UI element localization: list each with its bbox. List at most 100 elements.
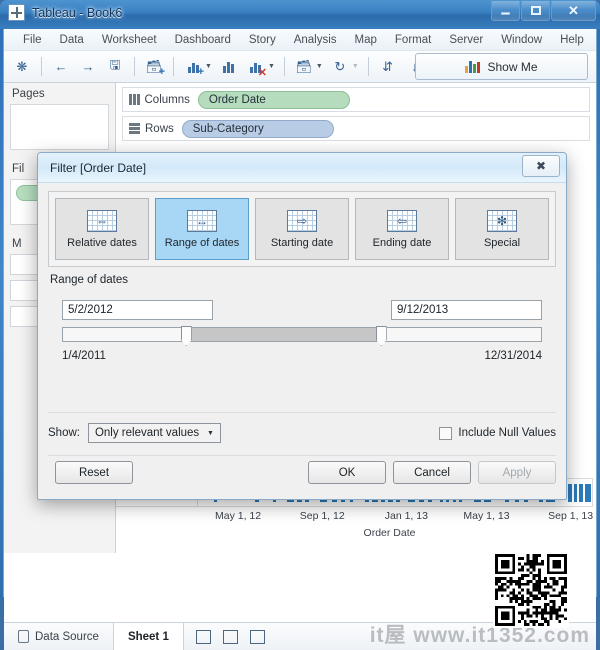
chevron-down-icon[interactable]: ▼ (352, 63, 359, 70)
menu-worksheet[interactable]: Worksheet (93, 32, 166, 48)
toolbar-separator (134, 57, 135, 76)
slider-selected-range (185, 328, 381, 341)
sheet-1-tab[interactable]: Sheet 1 (113, 623, 184, 650)
show-values-selected: Only relevant values (94, 427, 200, 439)
tab-special[interactable]: ❇ Special (455, 198, 549, 260)
tab-relative-dates[interactable]: ⇔ Relative dates (55, 198, 149, 260)
tab-starting-date[interactable]: ⇨ Starting date (255, 198, 349, 260)
close-icon: ✕ (568, 3, 579, 18)
range-min-label: 1/4/2011 (62, 350, 106, 362)
start-date-input[interactable]: 5/2/2012 (62, 300, 213, 320)
axis-tick-label: Jan 1, 13 (384, 510, 428, 522)
axis-tick-label: May 1, 13 (463, 510, 510, 522)
ok-button[interactable]: OK (308, 461, 386, 484)
toolbar-separator (367, 57, 369, 76)
refresh-icon[interactable]: ↻ (328, 55, 352, 79)
show-values-select[interactable]: Only relevant values ▼ (87, 423, 221, 443)
pages-panel-dropzone[interactable] (10, 104, 109, 150)
maximize-icon (530, 6, 541, 15)
chart-x-axis: May 1, 12 Sep 1, 12 Jan 1, 13 May 1, 13 Sep … (116, 506, 593, 526)
close-button[interactable]: ✕ (551, 1, 596, 21)
tab-ending-date[interactable]: ⇦ Ending date (355, 198, 449, 260)
minimize-icon (501, 11, 510, 15)
rows-shelf-label: Rows (145, 122, 174, 135)
chevron-down-icon[interactable]: ▼ (316, 63, 323, 70)
clear-sheet-icon[interactable]: ✕ (244, 55, 268, 79)
columns-pill-order-date[interactable]: Order Date (197, 90, 350, 109)
slider-handle-end[interactable] (375, 326, 387, 346)
plus-badge-icon: + (197, 65, 204, 78)
show-options-row: Show: Only relevant values ▼ Include Nul… (48, 412, 556, 443)
range-of-dates-icon: ↔ (187, 209, 217, 232)
toolbar-separator (173, 57, 174, 76)
maximize-button[interactable] (521, 1, 550, 21)
columns-shelf[interactable]: Columns Order Date (122, 87, 590, 112)
new-data-source-icon[interactable]: 🗃 + (142, 55, 166, 79)
columns-shelf-label-wrap: Columns (129, 94, 190, 106)
new-worksheet-icon[interactable]: + (181, 55, 205, 79)
reset-button[interactable]: Reset (55, 461, 133, 484)
back-arrow-icon[interactable]: ← (49, 55, 73, 79)
tab-starting-date-label: Starting date (270, 236, 334, 249)
rows-pill-sub-category[interactable]: Sub-Category (181, 119, 334, 138)
cancel-button[interactable]: Cancel (393, 461, 471, 484)
starting-date-icon: ⇨ (287, 209, 317, 232)
range-panel: 5/2/2012 9/12/2013 1/4/2011 12/31/2014 (48, 286, 556, 362)
chevron-down-icon[interactable]: ▼ (205, 63, 212, 70)
data-source-label: Data Source (35, 630, 99, 643)
menu-map[interactable]: Map (346, 32, 386, 48)
pages-panel-label: Pages (12, 88, 45, 100)
menu-dashboard[interactable]: Dashboard (166, 32, 240, 48)
menu-story[interactable]: Story (240, 32, 285, 48)
new-worksheet-icon[interactable] (195, 629, 211, 644)
show-me-bars-icon (465, 60, 481, 73)
ending-date-icon: ⇦ (387, 209, 417, 232)
new-story-icon[interactable] (249, 629, 265, 644)
new-dashboard-icon[interactable] (222, 629, 238, 644)
data-source-tab[interactable]: Data Source (4, 623, 114, 650)
chart-bar[interactable] (579, 484, 583, 502)
menu-file[interactable]: File (14, 32, 51, 48)
duplicate-sheet-icon[interactable] (217, 55, 241, 79)
axis-tick-label: Sep 1, 12 (299, 510, 345, 522)
dialog-primary-buttons: OK Cancel Apply (301, 461, 556, 484)
relative-dates-icon: ⇔ (87, 209, 117, 232)
menu-analysis[interactable]: Analysis (285, 32, 346, 48)
chevron-down-icon[interactable]: ▼ (268, 63, 275, 70)
minimize-button[interactable] (491, 1, 520, 21)
menu-window[interactable]: Window (492, 32, 551, 48)
dialog-close-button[interactable]: ✖ (522, 155, 560, 177)
apply-button: Apply (478, 461, 556, 484)
group-icon[interactable]: 🗃 (292, 55, 316, 79)
include-null-wrap[interactable]: Include Null Values (439, 426, 556, 440)
include-null-checkbox[interactable] (439, 426, 453, 440)
tab-range-of-dates-label: Range of dates (164, 236, 240, 249)
tableau-sparkle-icon[interactable]: ❋ (10, 55, 34, 79)
menu-server[interactable]: Server (440, 32, 492, 48)
save-icon[interactable]: 🖫 (103, 55, 127, 79)
tab-ending-date-label: Ending date (372, 236, 432, 249)
filter-mode-tabs: ⇔ Relative dates ↔ Range of dates ⇨ Star… (48, 191, 556, 267)
bars-glyph-icon (223, 61, 235, 73)
chart-bar[interactable] (584, 484, 592, 502)
menu-format[interactable]: Format (386, 32, 440, 48)
window-title: Tableau - Book6 (32, 5, 123, 20)
menu-data[interactable]: Data (51, 32, 93, 48)
end-date-input[interactable]: 9/12/2013 (391, 300, 542, 320)
range-bounds: 1/4/2011 12/31/2014 (62, 350, 542, 362)
rows-shelf[interactable]: Rows Sub-Category (122, 116, 590, 141)
slider-handle-start[interactable] (180, 326, 192, 346)
show-me-button[interactable]: Show Me (415, 53, 588, 80)
range-slider[interactable] (62, 325, 542, 347)
dialog-titlebar: Filter [Order Date] ✖ (38, 153, 566, 183)
swap-rows-columns-icon[interactable]: ⇵ (376, 55, 400, 79)
tab-range-of-dates[interactable]: ↔ Range of dates (155, 198, 249, 260)
menu-help[interactable]: Help (551, 32, 593, 48)
chart-bar[interactable] (568, 484, 572, 502)
plus-badge-icon: + (158, 65, 165, 78)
forward-arrow-icon[interactable]: → (76, 55, 100, 79)
chart-bar[interactable] (573, 484, 578, 502)
application-window: Tableau - Book6 ✕ File Data Worksheet Da… (0, 0, 600, 650)
database-icon (18, 630, 29, 643)
rows-shelf-label-wrap: Rows (129, 123, 174, 135)
